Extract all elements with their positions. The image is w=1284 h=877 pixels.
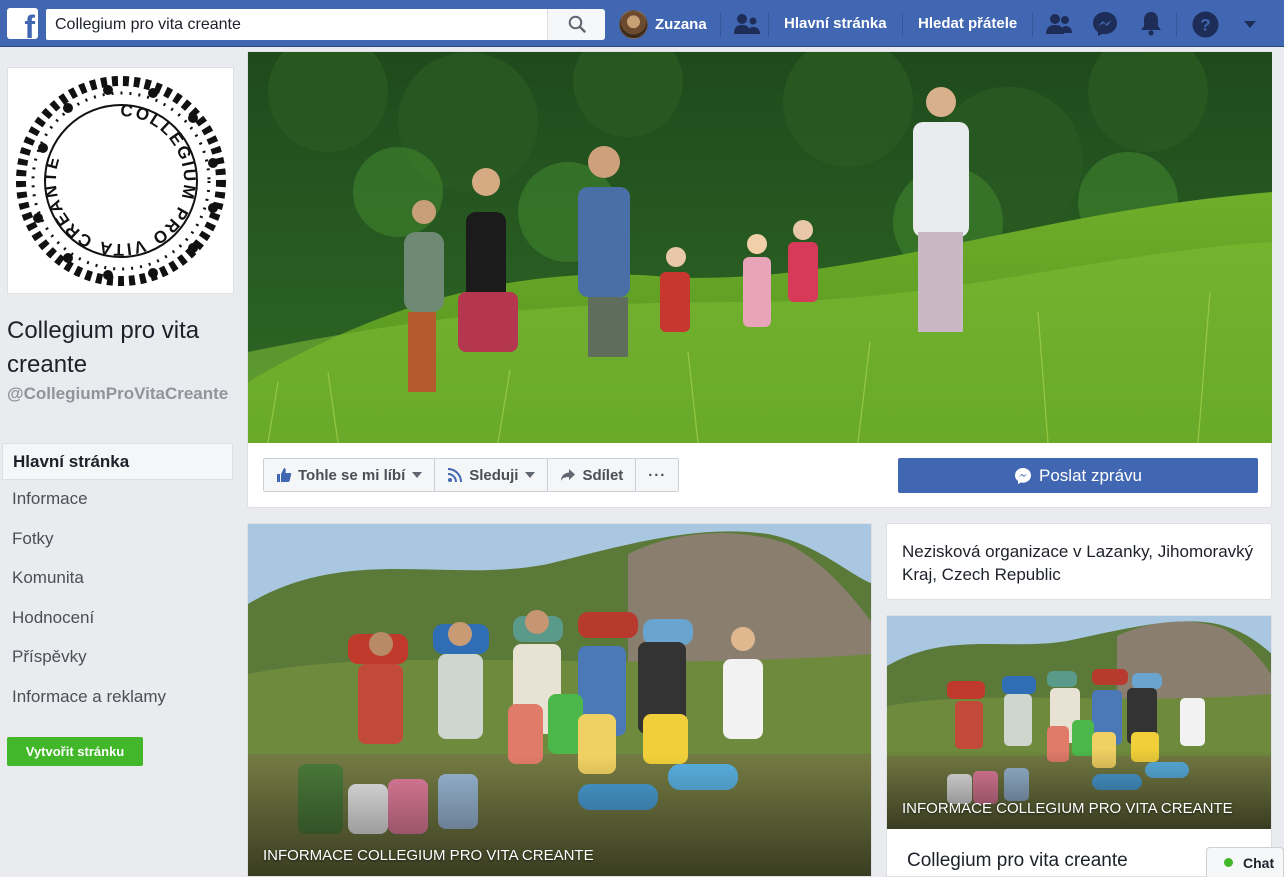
page-action-bar: Tohle se mi líbí Sleduji Sdílet ··· — [263, 458, 680, 492]
follow-button[interactable]: Sleduji — [435, 459, 549, 491]
send-message-label: Poslat zprávu — [1039, 465, 1142, 485]
home-link[interactable]: Hlavní stránka — [784, 15, 887, 32]
user-name: Zuzana — [655, 15, 707, 33]
chat-tab[interactable]: Chat — [1206, 847, 1284, 877]
nav-item-photos[interactable]: Fotky — [2, 520, 233, 560]
like-button-label: Tohle se mi líbí — [298, 466, 406, 484]
search-button[interactable] — [547, 9, 605, 40]
cover-card: Tohle se mi líbí Sleduji Sdílet ··· Posl… — [247, 51, 1272, 508]
svg-text:COLLEGIUM PRO VITA CREANTE: COLLEGIUM PRO VITA CREANTE — [41, 101, 200, 259]
share-button[interactable]: Sdílet — [548, 459, 637, 491]
search-icon — [568, 15, 586, 33]
nav-item-posts[interactable]: Příspěvky — [2, 638, 233, 678]
svg-text:?: ? — [1200, 16, 1210, 35]
groups-icon[interactable] — [733, 12, 761, 36]
cover-image-hikers — [248, 52, 1272, 443]
create-page-button[interactable]: Vytvořit stránku — [7, 737, 143, 766]
messenger-icon[interactable] — [1092, 11, 1118, 37]
side-photo[interactable]: INFORMACE COLLEGIUM PRO VITA CREANTE — [887, 616, 1271, 829]
thumbs-up-icon — [277, 468, 292, 482]
nav-item-info-and-ads[interactable]: Informace a reklamy — [2, 678, 233, 718]
search-box — [46, 9, 605, 40]
share-button-label: Sdílet — [582, 466, 624, 484]
follow-dropdown-caret-icon — [525, 472, 536, 478]
share-arrow-icon — [561, 469, 576, 481]
like-dropdown-caret-icon — [412, 472, 423, 478]
profile-link[interactable]: Zuzana — [619, 9, 707, 39]
organization-description: Nezisková organizace v Lazanky, Jihomora… — [902, 542, 1254, 584]
nav-divider — [720, 13, 721, 37]
nav-item-home[interactable]: Hlavní stránka — [2, 443, 233, 480]
help-icon[interactable]: ? — [1192, 11, 1219, 38]
nav-item-about[interactable]: Informace — [2, 480, 233, 520]
account-menu-chevron-icon[interactable] — [1243, 20, 1257, 29]
nav-divider — [1176, 13, 1177, 37]
more-options-button[interactable]: ··· — [636, 459, 678, 491]
cover-photo[interactable] — [248, 52, 1272, 443]
top-navigation-bar: f Zuzana Hlavní stránka Hledat přátele — [0, 0, 1284, 47]
caption-gradient-overlay — [887, 749, 1271, 829]
page-username[interactable]: @CollegiumProVitaCreante — [7, 384, 232, 404]
side-photo-caption: INFORMACE COLLEGIUM PRO VITA CREANTE — [902, 800, 1233, 817]
follow-button-label: Sleduji — [469, 466, 519, 484]
page-navigation: Hlavní stránka Informace Fotky Komunita … — [2, 443, 233, 717]
find-friends-link[interactable]: Hledat přátele — [918, 15, 1017, 32]
chat-label: Chat — [1243, 854, 1275, 871]
info-photo-card[interactable]: INFORMACE COLLEGIUM PRO VITA CREANTE — [247, 523, 872, 877]
messenger-icon — [1015, 467, 1031, 484]
rss-follow-icon — [448, 468, 463, 483]
like-button[interactable]: Tohle se mi líbí — [264, 459, 436, 491]
collegium-logo-icon: COLLEGIUM PRO VITA CREANTE — [16, 76, 226, 286]
side-info-card[interactable]: INFORMACE COLLEGIUM PRO VITA CREANTE Col… — [886, 615, 1272, 877]
online-status-dot-icon — [1224, 858, 1233, 867]
nav-divider — [902, 13, 903, 37]
avatar — [619, 9, 648, 39]
nav-item-community[interactable]: Komunita — [2, 559, 233, 599]
send-message-button[interactable]: Poslat zprávu — [898, 458, 1258, 493]
nav-divider — [1032, 13, 1033, 37]
more-options-icon: ··· — [648, 466, 667, 484]
notifications-bell-icon[interactable] — [1139, 10, 1163, 36]
nav-divider — [768, 13, 769, 37]
photo-caption: INFORMACE COLLEGIUM PRO VITA CREANTE — [263, 847, 594, 864]
facebook-logo-icon[interactable]: f — [7, 8, 38, 39]
side-card-title[interactable]: Collegium pro vita creante — [907, 850, 1128, 872]
search-input[interactable] — [46, 9, 546, 40]
nav-item-reviews[interactable]: Hodnocení — [2, 599, 233, 639]
page-profile-picture[interactable]: COLLEGIUM PRO VITA CREANTE — [7, 67, 234, 294]
friend-requests-icon[interactable] — [1046, 12, 1072, 36]
page-title: Collegium pro vita creante — [7, 317, 200, 378]
about-card: Nezisková organizace v Lazanky, Jihomora… — [886, 523, 1272, 600]
